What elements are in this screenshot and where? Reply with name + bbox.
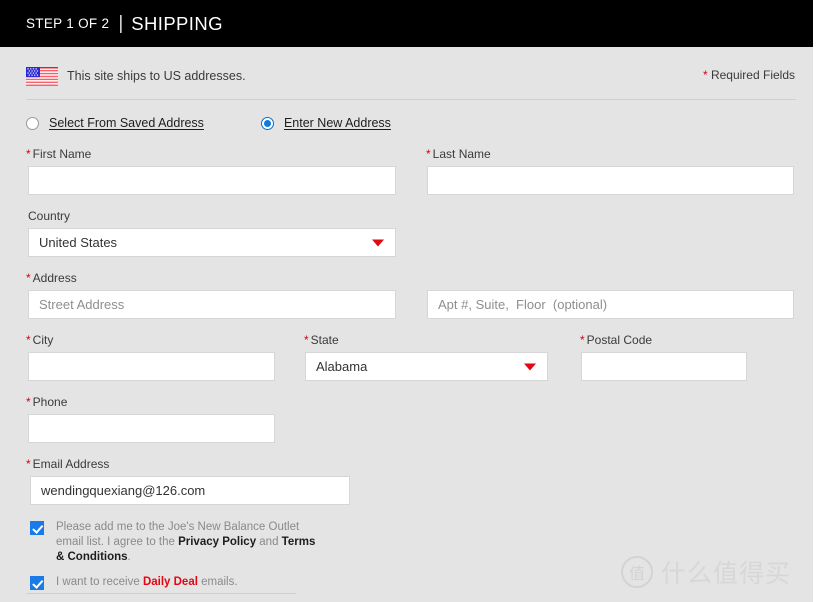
state-select[interactable]: Alabama <box>305 352 548 381</box>
newsletter-checkbox[interactable] <box>30 521 44 535</box>
site-watermark: 值 什么值得买 <box>620 554 791 590</box>
postal-code-label-text: Postal Code <box>586 333 653 347</box>
first-name-input[interactable] <box>28 166 396 195</box>
address-label-text: Address <box>32 271 77 285</box>
state-selected-value: Alabama <box>316 359 368 374</box>
country-selected-value: United States <box>39 235 118 250</box>
header-divider: | <box>118 13 124 34</box>
daily-deal-text-1: I want to receive <box>56 576 143 588</box>
label-postal-code: * Postal Code <box>580 333 652 347</box>
city-input[interactable] <box>28 352 275 381</box>
address-asterisk: * <box>26 271 31 285</box>
bottom-divider <box>26 593 296 594</box>
caret-down-icon <box>372 239 384 246</box>
phone-asterisk: * <box>26 395 31 409</box>
address-line2-input[interactable] <box>427 290 794 319</box>
country-select[interactable]: United States <box>28 228 396 257</box>
label-address: * Address <box>26 271 77 285</box>
last-name-label-text: Last Name <box>432 147 491 161</box>
us-flag-icon <box>26 67 58 86</box>
address-mode-radio-group: Select From Saved Address Enter New Addr… <box>26 113 391 133</box>
privacy-policy-link[interactable]: Privacy Policy <box>178 536 256 548</box>
first-name-asterisk: * <box>26 147 31 161</box>
email-label-text: Email Address <box>32 457 110 471</box>
label-last-name: * Last Name <box>426 147 491 161</box>
watermark-text: 什么值得买 <box>660 559 791 588</box>
daily-deal-text-2: emails. <box>197 576 238 588</box>
radio-enter-new-address[interactable]: Enter New Address <box>260 116 391 130</box>
ships-to-text: This site ships to US addresses. <box>67 69 246 83</box>
city-asterisk: * <box>26 333 31 347</box>
newsletter-text-3: . <box>127 551 131 563</box>
radio-indicator-new[interactable] <box>260 116 274 130</box>
newsletter-text-2: and <box>256 536 282 548</box>
daily-deal-consent-text: I want to receive Daily Deal emails. <box>56 575 238 590</box>
radio-indicator-saved[interactable] <box>26 116 39 130</box>
notice-divider <box>26 99 796 100</box>
newsletter-consent-text: Please add me to the Joe's New Balance O… <box>56 520 320 565</box>
label-country: Country <box>26 209 70 223</box>
phone-label-text: Phone <box>32 395 68 409</box>
phone-input[interactable] <box>28 414 275 443</box>
email-asterisk: * <box>26 457 31 471</box>
radio-label-saved[interactable]: Select From Saved Address <box>49 116 204 130</box>
step-header: STEP 1 OF 2 | SHIPPING <box>0 0 813 47</box>
email-input[interactable] <box>30 476 350 505</box>
state-label-text: State <box>310 333 339 347</box>
step-counter: STEP 1 OF 2 <box>26 16 110 31</box>
required-asterisk: * <box>702 68 708 82</box>
newsletter-consent-row[interactable]: Please add me to the Joe's New Balance O… <box>30 520 320 565</box>
daily-deal-highlight: Daily Deal <box>142 576 198 588</box>
watermark-badge-icon: 值 <box>620 556 653 588</box>
first-name-label-text: First Name <box>32 147 92 161</box>
label-phone: * Phone <box>26 395 67 409</box>
city-label-text: City <box>32 333 54 347</box>
daily-deal-consent-row[interactable]: I want to receive Daily Deal emails. <box>30 575 350 590</box>
page-title: SHIPPING <box>131 12 223 34</box>
street-address-input[interactable] <box>28 290 396 319</box>
postal-code-asterisk: * <box>580 333 585 347</box>
label-first-name: * First Name <box>26 147 91 161</box>
radio-select-saved-address[interactable]: Select From Saved Address <box>26 116 204 130</box>
label-state: * State <box>304 333 339 347</box>
state-asterisk: * <box>304 333 309 347</box>
shipping-form-panel: This site ships to US addresses. * Requi… <box>0 47 813 602</box>
last-name-input[interactable] <box>427 166 794 195</box>
required-fields-note: * Required Fields <box>703 68 795 82</box>
ships-notice-row: This site ships to US addresses. * Requi… <box>26 65 795 95</box>
last-name-asterisk: * <box>426 147 431 161</box>
label-city: * City <box>26 333 53 347</box>
country-label-text: Country <box>28 209 71 223</box>
radio-label-new[interactable]: Enter New Address <box>284 116 391 130</box>
postal-code-input[interactable] <box>581 352 747 381</box>
caret-down-icon <box>524 363 536 370</box>
required-fields-label: Required Fields <box>710 68 795 82</box>
daily-deal-checkbox[interactable] <box>30 576 44 590</box>
label-email-address: * Email Address <box>26 457 109 471</box>
